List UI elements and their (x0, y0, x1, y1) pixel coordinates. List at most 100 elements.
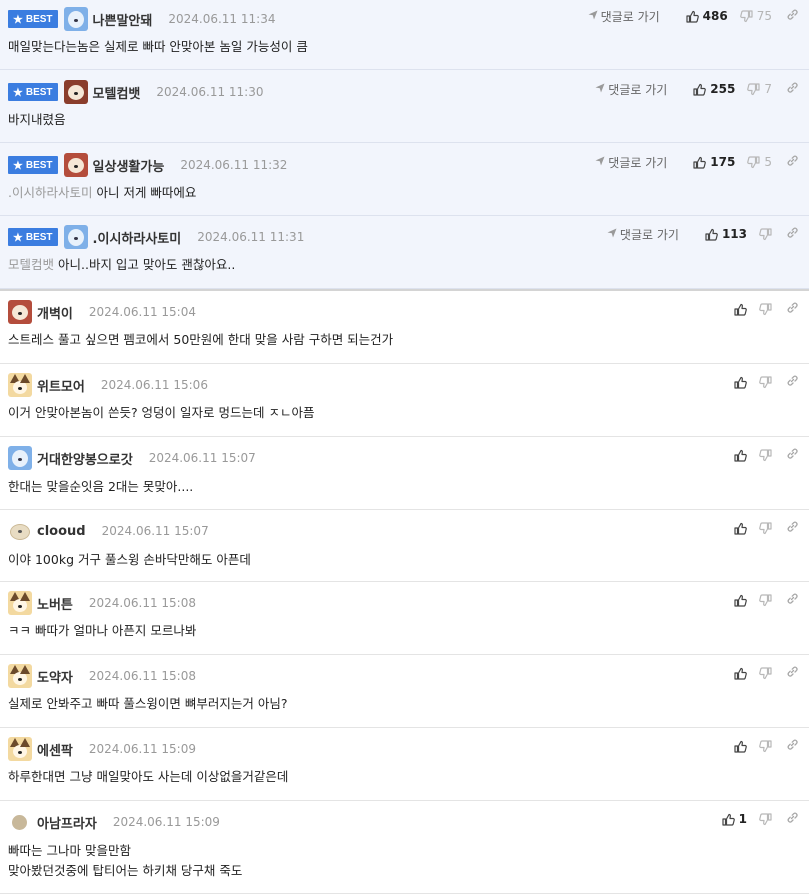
best-badge: ★ BEST (8, 10, 58, 28)
upvote-button[interactable]: 1 (722, 812, 747, 826)
downvote-button[interactable]: 75 (739, 9, 772, 23)
thumbs-down-icon (747, 82, 760, 96)
go-to-reply-button[interactable]: 댓글로 가기 (607, 226, 679, 243)
upvote-button[interactable] (734, 667, 747, 680)
reply-mention[interactable]: 모텔컴뱃 (8, 257, 54, 272)
chihuahua-icon[interactable] (8, 373, 32, 397)
copy-link-button[interactable] (786, 738, 799, 754)
author-name[interactable]: .이시하라사토미 (93, 228, 182, 247)
fluffy-dog-icon[interactable] (8, 519, 32, 543)
upvote-button[interactable] (734, 740, 747, 753)
copy-link-button[interactable] (786, 520, 799, 536)
downvote-button[interactable] (759, 302, 772, 316)
upvote-button[interactable]: 175 (693, 155, 735, 169)
copy-link-button[interactable] (786, 8, 799, 24)
comment: 에센팍 2024.06.11 15:09 하루한대면 그냥 매일맞아도 사는데 이상… (0, 728, 809, 801)
comment-date: 2024.06.11 15:08 (88, 669, 196, 683)
downvote-button[interactable]: 5 (747, 155, 772, 169)
author-name[interactable]: 에센팍 (37, 740, 73, 759)
author-name[interactable]: 아남프라자 (37, 813, 97, 832)
downvote-button[interactable] (759, 227, 772, 241)
copy-link-button[interactable] (786, 592, 799, 608)
blue-dog-icon[interactable] (63, 225, 88, 249)
blue-dog-icon[interactable] (63, 7, 88, 31)
comment-text: 아니..바지 입고 맞아도 괜찮아요.. (58, 257, 236, 272)
go-to-reply-button[interactable]: 댓글로 가기 (588, 8, 660, 25)
comment-line: 이거 안맞아본놈이 쓴듯? 엉덩이 일자로 멍드는데 ㅈㄴ아픔 (8, 405, 315, 420)
author-name[interactable]: 개벽이 (37, 303, 73, 322)
author-name[interactable]: 모텔컴뱃 (93, 83, 141, 102)
go-to-reply-button[interactable]: 댓글로 가기 (595, 81, 667, 98)
downvote-button[interactable] (759, 593, 772, 607)
thumbs-down-icon (747, 155, 760, 169)
author-name[interactable]: 위트모어 (37, 376, 85, 395)
downvote-button[interactable] (759, 375, 772, 389)
copy-link-button[interactable] (786, 154, 799, 170)
comment-line: 한대는 맞을순잇음 2대는 못맞아.... (8, 479, 194, 494)
copy-link-button[interactable] (786, 665, 799, 681)
author-name[interactable]: 일상생활가능 (93, 156, 165, 175)
best-label: BEST (25, 159, 53, 171)
thumbs-down-icon (759, 302, 772, 316)
comment-actions: 댓글로 가기 486 75 (588, 7, 799, 25)
link-icon (786, 226, 799, 242)
downvote-button[interactable] (759, 812, 772, 826)
thumbs-down-icon (759, 227, 772, 241)
comment-actions (722, 446, 799, 464)
comment-actions (722, 737, 799, 755)
blue-dog-icon[interactable] (8, 446, 32, 470)
upvote-button[interactable] (734, 449, 747, 462)
chihuahua-icon[interactable] (8, 737, 32, 761)
white-dog-icon[interactable] (63, 80, 88, 104)
copy-link-button[interactable] (786, 811, 799, 827)
downvote-count: 7 (764, 82, 772, 96)
author-name[interactable]: clooud (37, 524, 86, 539)
upvote-button[interactable] (734, 376, 747, 389)
comment-actions (722, 519, 799, 537)
default-dot-icon[interactable] (8, 810, 32, 834)
best-label: BEST (25, 13, 53, 25)
best-label: BEST (25, 231, 53, 243)
upvote-button[interactable] (734, 594, 747, 607)
comment-body: 매일맞는다는놈은 실제로 빠따 안맞아본 놈일 가능성이 큼 (8, 37, 308, 57)
downvote-count: 75 (756, 9, 772, 23)
comment-date: 2024.06.11 15:07 (148, 451, 256, 465)
downvote-button[interactable] (759, 521, 772, 535)
downvote-button[interactable] (759, 666, 772, 680)
go-to-reply-button[interactable]: 댓글로 가기 (595, 154, 667, 171)
upvote-button[interactable] (734, 303, 747, 316)
comment-line: 스트레스 풀고 싶으면 펨코에서 50만원에 한대 맞을 사람 구하면 되는건가 (8, 332, 394, 347)
copy-link-button[interactable] (786, 374, 799, 390)
comment-text: 아니 저게 빠따에요 (96, 185, 197, 200)
copy-link-button[interactable] (786, 447, 799, 463)
comment-date: 2024.06.11 15:09 (88, 742, 196, 756)
upvote-button[interactable] (734, 522, 747, 535)
copy-link-button[interactable] (786, 301, 799, 317)
author-name[interactable]: 나쁜말안돼 (93, 10, 153, 29)
reply-mention[interactable]: .이시하라사토미 (8, 185, 92, 200)
downvote-button[interactable] (759, 448, 772, 462)
chihuahua-icon[interactable] (8, 591, 32, 615)
bear-icon[interactable] (8, 300, 32, 324)
upvote-button[interactable]: 255 (693, 82, 735, 96)
author-name[interactable]: 도약자 (37, 667, 73, 686)
comment: 도약자 2024.06.11 15:08 실제로 안봐주고 빠따 풀스윙이면 뼈부러… (0, 655, 809, 728)
copy-link-button[interactable] (786, 226, 799, 242)
downvote-button[interactable] (759, 739, 772, 753)
comment-actions (722, 664, 799, 682)
comment-date: 2024.06.11 11:31 (197, 230, 305, 244)
chihuahua-icon[interactable] (8, 664, 32, 688)
author-name[interactable]: 거대한양봉으로갓 (37, 449, 133, 468)
downvote-button[interactable]: 7 (747, 82, 772, 96)
link-icon (786, 520, 799, 536)
bear-icon[interactable] (63, 153, 88, 177)
best-separator (0, 289, 809, 291)
thumbs-up-icon (734, 303, 747, 316)
comment-actions (722, 591, 799, 609)
upvote-button[interactable]: 486 (686, 9, 728, 23)
copy-link-button[interactable] (786, 81, 799, 97)
link-icon (786, 665, 799, 681)
upvote-button[interactable]: 113 (705, 227, 747, 241)
comment-date: 2024.06.11 11:34 (168, 12, 276, 26)
author-name[interactable]: 노버튼 (37, 594, 73, 613)
